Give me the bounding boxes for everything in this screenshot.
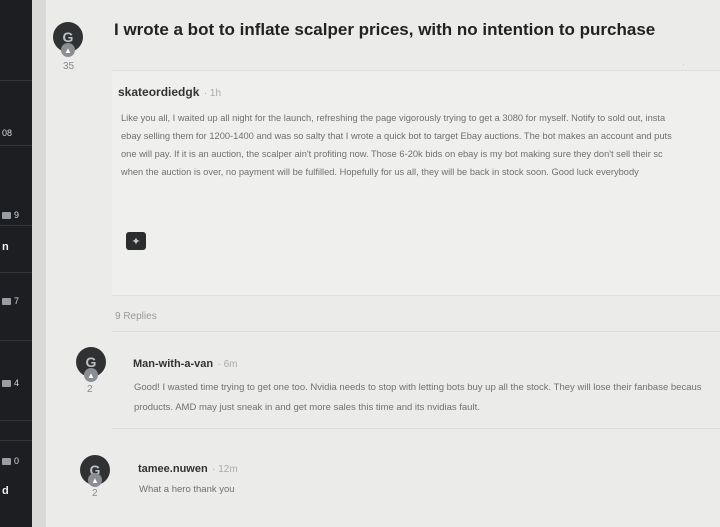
sidebar-item-label: d <box>2 485 9 497</box>
post-body: Like you all, I waited up all night for … <box>121 109 720 181</box>
comment-vote-count: 2 <box>92 488 98 499</box>
post-card <box>112 70 720 296</box>
sidebar-item[interactable]: 9 <box>0 210 32 220</box>
sidebar-item[interactable]: 0 <box>0 456 32 466</box>
comment-body-line: products. AMD may just sneak in and get … <box>134 402 480 413</box>
comment-bubble-icon <box>2 457 11 465</box>
post-author-line: skateordiedgk · 1h <box>118 83 221 101</box>
comment-body-line: Good! I wasted time trying to get one to… <box>134 382 702 393</box>
comment-body: What a hero thank you <box>139 480 720 500</box>
comment-bubble-icon <box>2 211 11 219</box>
comment-vote-count: 2 <box>87 384 93 395</box>
attachment-icon[interactable]: ✦ <box>126 232 146 250</box>
comment-bubble-icon <box>2 379 11 387</box>
sidebar-gutter <box>32 0 46 527</box>
post-time: · 1h <box>203 88 222 99</box>
upvote-icon[interactable]: ▲ <box>61 43 75 57</box>
sidebar-item-label: 0 <box>14 456 20 466</box>
page-title: I wrote a bot to inflate scalper prices,… <box>114 20 656 39</box>
post-body-line: one will pay. If it is an auction, the s… <box>121 149 663 159</box>
sidebar-item-label: 9 <box>14 210 20 220</box>
divider <box>112 428 720 429</box>
sidebar-item[interactable]: 4 <box>0 378 32 388</box>
sidebar-item-label: n <box>2 241 9 253</box>
sidebar-divider <box>0 225 32 226</box>
post-body-line: ebay selling them for 1200-1400 and was … <box>121 131 672 141</box>
sidebar-item[interactable]: 7 <box>0 296 32 306</box>
post-body-line: Like you all, I waited up all night for … <box>121 113 666 123</box>
sidebar: 08 9 n 7 4 0 d <box>0 0 32 527</box>
menu-dot-icon[interactable]: · <box>682 60 685 69</box>
sidebar-divider <box>0 145 32 146</box>
comment-body-line: What a hero thank you <box>139 484 235 495</box>
comment-bubble-icon <box>2 297 11 305</box>
comment-author-line: tamee.nuwen · 12m <box>138 459 238 477</box>
comment-time: · 12m <box>212 464 238 475</box>
post-author[interactable]: skateordiedgk <box>118 85 199 99</box>
sidebar-item-label: 7 <box>14 296 20 306</box>
replies-count: 9 Replies <box>115 311 157 322</box>
comment-author[interactable]: tamee.nuwen <box>138 463 208 475</box>
sidebar-item[interactable]: d <box>0 485 32 497</box>
sidebar-item[interactable]: 08 <box>0 128 32 138</box>
sidebar-item[interactable]: n <box>0 241 32 253</box>
sidebar-divider <box>0 420 32 421</box>
upvote-icon[interactable]: ▲ <box>88 473 102 487</box>
post-vote-count: 35 <box>63 61 75 72</box>
post-body-line: when the auction is over, no payment wil… <box>121 167 639 177</box>
sidebar-item-label: 08 <box>2 128 13 138</box>
sidebar-divider <box>0 272 32 273</box>
sidebar-item-label: 4 <box>14 378 20 388</box>
sidebar-divider <box>0 340 32 341</box>
sidebar-divider <box>0 80 32 81</box>
divider <box>112 331 720 332</box>
sidebar-divider <box>0 440 32 441</box>
comment-body: Good! I wasted time trying to get one to… <box>134 358 720 418</box>
upvote-icon[interactable]: ▲ <box>84 368 98 382</box>
